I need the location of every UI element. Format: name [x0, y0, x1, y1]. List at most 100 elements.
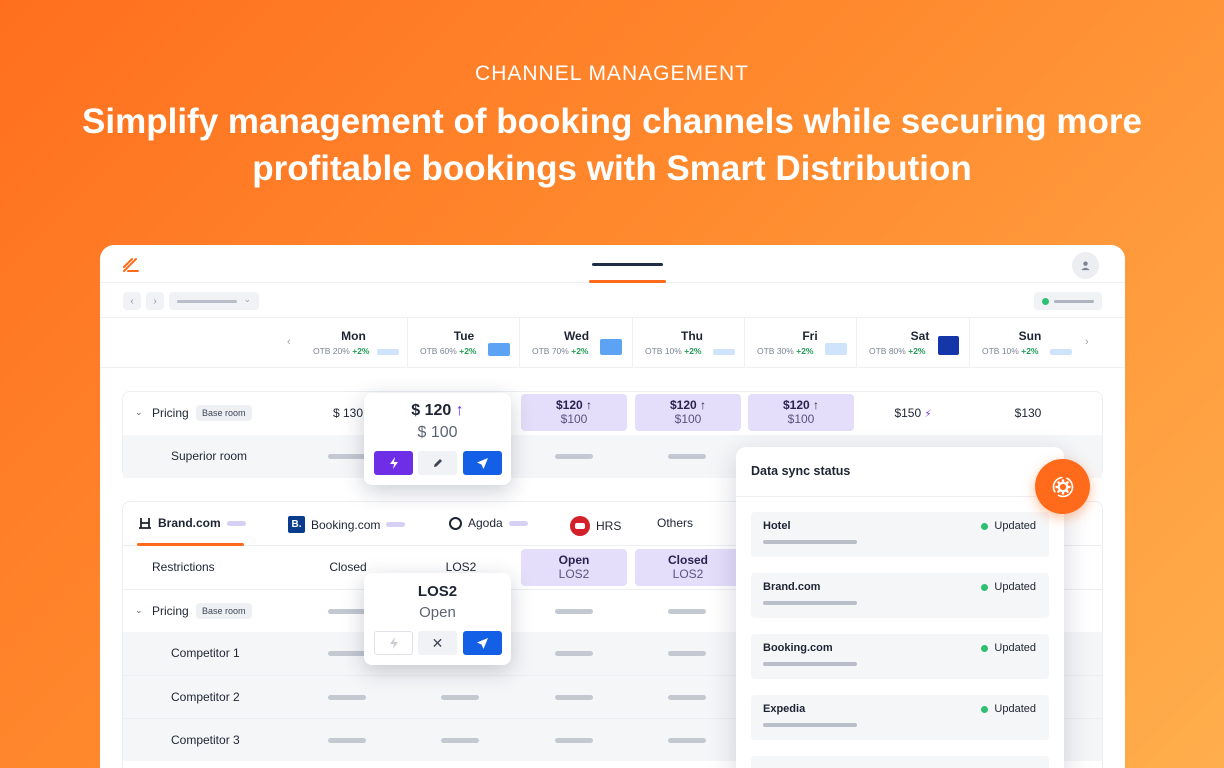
- new-price: $ 120 ↑: [411, 402, 464, 419]
- occupancy-indicator: [938, 336, 959, 355]
- close-icon: ✕: [431, 634, 444, 651]
- date-range-select[interactable]: ⌄: [169, 292, 259, 310]
- room-type-tag: Base room: [196, 603, 252, 619]
- status-dot: [981, 644, 989, 652]
- row-label: Competitor 1: [171, 646, 240, 660]
- day-mon[interactable]: Mon OTB 20% +2%: [295, 318, 407, 368]
- arrow-up-icon: ↑: [586, 398, 593, 412]
- sync-item[interactable]: Booking.com Updated: [751, 634, 1049, 679]
- status-placeholder: [1054, 300, 1094, 303]
- value-placeholder: [668, 695, 706, 700]
- restriction-edit-popup: LOS2 Open ✕: [364, 573, 511, 665]
- occupancy-indicator: [600, 339, 622, 355]
- sync-placeholder: [763, 540, 857, 544]
- edit-button[interactable]: [418, 451, 457, 475]
- day-thu[interactable]: Thu OTB 10% +2%: [632, 318, 744, 368]
- sync-placeholder: [763, 601, 857, 605]
- next-period-button[interactable]: ›: [146, 292, 164, 310]
- price-old: $100: [560, 412, 588, 426]
- sync-item[interactable]: Brand.com Updated: [751, 573, 1049, 618]
- restriction-title: LOS2: [417, 583, 458, 600]
- send-button[interactable]: [463, 451, 502, 475]
- send-button[interactable]: [463, 631, 502, 655]
- chevron-down-icon[interactable]: ⌄: [135, 605, 143, 616]
- sync-item[interactable]: Expedia Updated: [751, 695, 1049, 740]
- sync-settings-button[interactable]: [1035, 459, 1090, 514]
- smart-price-button[interactable]: [374, 451, 413, 475]
- close-button[interactable]: ✕: [418, 631, 457, 655]
- active-tab-indicator: [589, 280, 666, 283]
- value-placeholder: [328, 454, 366, 459]
- occupancy-indicator: [1050, 349, 1072, 355]
- day-wed[interactable]: Wed OTB 70% +2%: [519, 318, 632, 368]
- divider: [736, 496, 1064, 497]
- sync-status: Updated: [981, 520, 1036, 532]
- arrow-up-icon: ↑: [700, 398, 707, 412]
- sync-source-name: Brand.com: [763, 581, 821, 593]
- prev-period-button[interactable]: ‹: [123, 292, 141, 310]
- connection-status[interactable]: [1034, 292, 1102, 310]
- tab-agoda[interactable]: Agoda: [449, 516, 528, 530]
- arrow-up-icon: ↑: [455, 402, 464, 419]
- sync-item[interactable]: [751, 756, 1049, 768]
- sync-source-name: Booking.com: [763, 642, 833, 654]
- price-cell[interactable]: $130: [993, 406, 1063, 420]
- restriction-cell[interactable]: Closed: [313, 560, 383, 574]
- tab-brand-com[interactable]: Brand.com: [138, 516, 246, 530]
- sync-status: Updated: [981, 642, 1036, 654]
- day-otb: OTB 10% +2%: [982, 346, 1039, 356]
- price-cell[interactable]: $150 ⚡: [878, 406, 948, 420]
- old-price: $ 100: [417, 424, 458, 441]
- avatar[interactable]: [1072, 252, 1099, 279]
- tab-others[interactable]: Others: [657, 516, 693, 530]
- day-otb: OTB 30% +2%: [757, 346, 814, 356]
- gear-icon: [1052, 476, 1073, 497]
- value-placeholder: [555, 651, 593, 656]
- chevron-down-icon[interactable]: ⌄: [135, 407, 143, 418]
- tab-booking-com[interactable]: B. Booking.com: [288, 516, 406, 533]
- restriction-status: Open: [419, 604, 456, 621]
- day-sun[interactable]: Sun OTB 10% +2%: [969, 318, 1081, 368]
- hotel-icon: [139, 518, 151, 529]
- occupancy-indicator: [713, 349, 735, 355]
- sync-item[interactable]: Hotel Updated: [751, 512, 1049, 557]
- booking-icon: B.: [288, 516, 305, 533]
- room-type-tag: Base room: [196, 405, 252, 421]
- pricing-row: ⌄ Pricing Base room $ 130 $120 ↑ $100 $1…: [123, 392, 1102, 435]
- value-placeholder: [328, 609, 366, 614]
- day-name: Sun: [1018, 329, 1042, 343]
- sync-source-name: Expedia: [763, 703, 806, 715]
- day-name: Thu: [681, 329, 703, 343]
- restriction-old: LOS2: [558, 567, 590, 581]
- day-fri[interactable]: Fri OTB 30% +2%: [744, 318, 856, 368]
- smart-restriction-button[interactable]: [374, 631, 413, 655]
- status-dot: [1042, 298, 1049, 305]
- value-placeholder: [668, 651, 706, 656]
- lightning-icon: ⚡: [924, 409, 932, 420]
- chevron-left-icon[interactable]: ‹: [287, 336, 291, 348]
- value-placeholder: [668, 454, 706, 459]
- lightning-icon: [389, 457, 398, 469]
- price-cell[interactable]: $120 ↑ $100: [521, 394, 627, 431]
- sync-placeholder: [763, 723, 857, 727]
- day-otb: OTB 20% +2%: [313, 346, 370, 356]
- chevron-right-icon: ›: [153, 295, 157, 307]
- value-placeholder: [441, 738, 479, 743]
- value-placeholder: [555, 454, 593, 459]
- day-sat[interactable]: Sat OTB 80% +2%: [856, 318, 969, 368]
- restriction-cell[interactable]: Closed LOS2: [635, 549, 741, 586]
- restriction-cell[interactable]: Open LOS2: [521, 549, 627, 586]
- restriction-cell[interactable]: LOS2: [426, 560, 496, 574]
- nav-tab-channel-management[interactable]: [592, 263, 663, 266]
- days-header: ‹ › Mon OTB 20% +2% Tue OTB 60% +2% Wed …: [100, 318, 1125, 368]
- row-label: Pricing: [152, 406, 189, 420]
- day-tue[interactable]: Tue OTB 60% +2%: [407, 318, 519, 368]
- status-dot: [981, 583, 989, 591]
- price-cell[interactable]: $120 ↑ $100: [635, 394, 741, 431]
- date-range-placeholder: [177, 300, 237, 303]
- tab-hrs[interactable]: HRS: [570, 516, 621, 536]
- sync-title: Data sync status: [751, 464, 851, 478]
- chevron-left-icon: ‹: [130, 295, 134, 307]
- value-placeholder: [555, 609, 593, 614]
- price-cell[interactable]: $120 ↑ $100: [748, 394, 854, 431]
